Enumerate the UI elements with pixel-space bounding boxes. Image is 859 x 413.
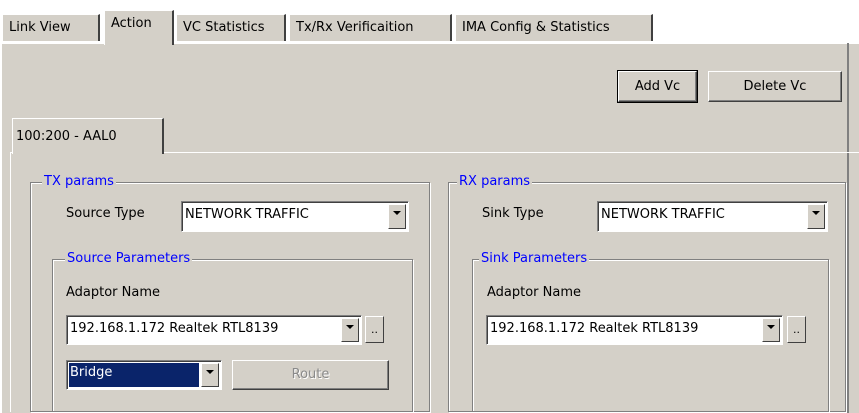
tx-params-title: TX params bbox=[42, 174, 116, 189]
sink-type-select[interactable]: NETWORK TRAFFIC bbox=[597, 201, 828, 232]
chevron-down-icon[interactable] bbox=[388, 204, 406, 229]
rx-adaptor-value: 192.168.1.172 Realtek RTL8139 bbox=[490, 321, 699, 336]
sink-type-value: NETWORK TRAFFIC bbox=[601, 207, 725, 222]
tx-adaptor-browse-button[interactable]: .. bbox=[365, 316, 384, 343]
tab-vc-statistics[interactable]: VC Statistics bbox=[176, 14, 286, 41]
tab-action[interactable]: Action bbox=[104, 10, 174, 45]
source-parameters-title: Source Parameters bbox=[65, 251, 193, 266]
rx-adaptor-browse-button[interactable]: .. bbox=[787, 316, 806, 343]
source-type-value: NETWORK TRAFFIC bbox=[185, 207, 309, 222]
rx-params-title: RX params bbox=[457, 174, 533, 189]
tab-txrx-verification[interactable]: Tx/Rx Verificaition bbox=[289, 14, 452, 41]
tab-vc-100-200[interactable]: 100:200 - AAL0 bbox=[12, 118, 164, 154]
chevron-down-icon[interactable] bbox=[807, 204, 825, 229]
tab-ima-config[interactable]: IMA Config & Statistics bbox=[455, 14, 653, 41]
chevron-down-icon[interactable] bbox=[201, 363, 219, 387]
tx-adaptor-name-label: Adaptor Name bbox=[66, 285, 161, 300]
rx-adaptor-select[interactable]: 192.168.1.172 Realtek RTL8139 bbox=[486, 315, 783, 345]
tab-link-view[interactable]: Link View bbox=[2, 14, 100, 41]
chevron-down-icon[interactable] bbox=[762, 318, 780, 342]
tx-mode-select[interactable]: Bridge bbox=[66, 360, 222, 390]
source-type-label: Source Type bbox=[66, 206, 145, 221]
delete-vc-button[interactable]: Delete Vc bbox=[708, 71, 842, 102]
sink-parameters-title: Sink Parameters bbox=[479, 251, 590, 266]
add-vc-button[interactable]: Add Vc bbox=[617, 70, 698, 103]
source-type-select[interactable]: NETWORK TRAFFIC bbox=[181, 201, 409, 232]
sink-type-label: Sink Type bbox=[482, 206, 544, 221]
chevron-down-icon[interactable] bbox=[341, 318, 359, 342]
tx-adaptor-value: 192.168.1.172 Realtek RTL8139 bbox=[70, 321, 279, 336]
tx-adaptor-select[interactable]: 192.168.1.172 Realtek RTL8139 bbox=[66, 315, 362, 345]
tx-mode-value: Bridge bbox=[69, 363, 199, 387]
rx-adaptor-name-label: Adaptor Name bbox=[487, 285, 582, 300]
route-button[interactable]: Route bbox=[232, 360, 389, 390]
